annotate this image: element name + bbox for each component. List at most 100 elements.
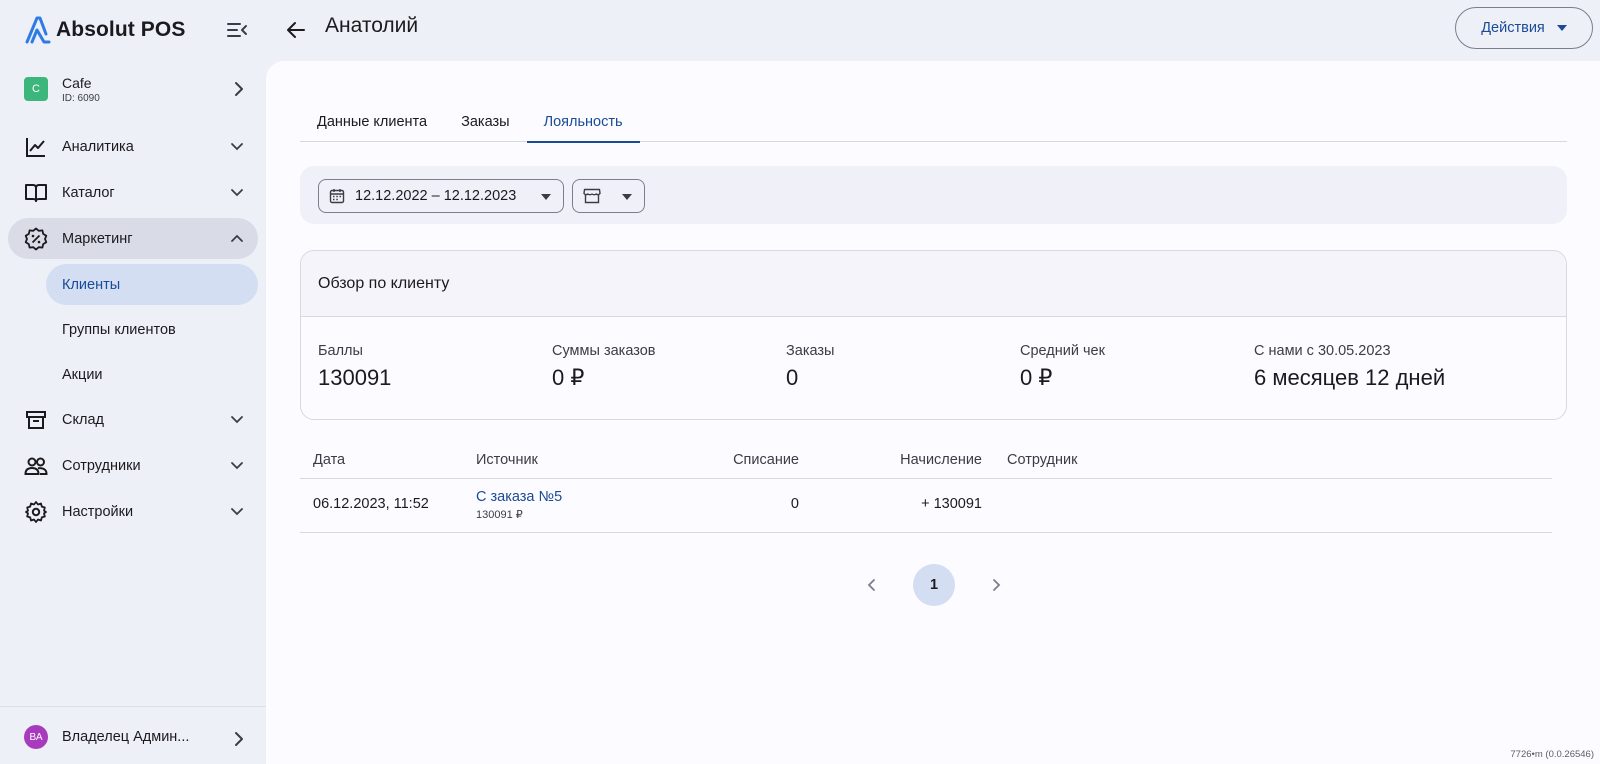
row-date: 06.12.2023, 11:52 <box>313 496 429 512</box>
column-header-employee: Сотрудник <box>1007 452 1078 468</box>
page-title: Анатолий <box>325 14 419 37</box>
stat-member-since: С нами с 30.05.2023 6 месяцев 12 дней <box>1254 343 1445 391</box>
date-range-value: 12.12.2022 – 12.12.2023 <box>355 188 517 204</box>
row-source: С заказа №5 130091 ₽ <box>476 489 562 521</box>
tabs: Данные клиента Заказы Лояльность <box>300 101 1567 143</box>
menu-collapse-icon <box>227 23 247 37</box>
nav-item-marketing[interactable]: Маркетинг <box>8 218 258 259</box>
source-amount: 130091 ₽ <box>476 509 523 521</box>
stat-value: 0 ₽ <box>552 365 585 390</box>
collapse-menu-button[interactable] <box>224 18 250 42</box>
caret-down-icon <box>622 194 632 200</box>
nav-label: Склад <box>62 411 104 428</box>
prev-page-button[interactable] <box>860 573 884 597</box>
chevron-down-icon <box>231 189 243 197</box>
sidebar: Absolut POS C Cafe ID: 6090 Аналитика Ка… <box>0 0 266 764</box>
column-header-date: Дата <box>313 452 346 468</box>
gear-icon <box>24 500 48 524</box>
nav-sub-item-promotions[interactable]: Акции <box>46 354 258 395</box>
tab-client-data[interactable]: Данные клиента <box>300 101 444 142</box>
nav-label: Маркетинг <box>62 230 133 247</box>
stat-value: 130091 <box>318 365 392 390</box>
nav-label: Каталог <box>62 184 115 201</box>
main-content: Данные клиента Заказы Лояльность 12.12.2… <box>266 61 1600 764</box>
column-header-source: Источник <box>476 452 538 468</box>
tab-loyalty[interactable]: Лояльность <box>526 101 640 143</box>
build-version: 7726•m (0.0.26546) <box>1510 749 1594 760</box>
filter-bar: 12.12.2022 – 12.12.2023 <box>300 166 1567 224</box>
store-selector[interactable]: C Cafe ID: 6090 <box>24 72 250 106</box>
chevron-left-icon <box>867 579 875 591</box>
chevron-down-icon <box>231 143 243 151</box>
stat-order-sums: Суммы заказов 0 ₽ <box>552 343 655 391</box>
source-order-link[interactable]: С заказа №5 <box>476 489 562 505</box>
loyalty-table: Дата Источник Списание Начисление Сотруд… <box>300 443 1552 533</box>
nav-item-analytics[interactable]: Аналитика <box>8 126 258 167</box>
store-info: Cafe ID: 6090 <box>62 75 100 104</box>
pagination: 1 <box>266 564 1600 606</box>
actions-label: Действия <box>1481 20 1545 36</box>
back-button[interactable] <box>282 16 310 44</box>
stat-value: 0 ₽ <box>1020 365 1053 390</box>
nav-sub-item-clients[interactable]: Клиенты <box>46 264 258 305</box>
avatar: ВА <box>24 725 48 749</box>
overview-title: Обзор по клиенту <box>301 251 1566 317</box>
date-range-picker[interactable]: 12.12.2022 – 12.12.2023 <box>318 179 564 213</box>
chevron-down-icon <box>231 416 243 424</box>
stat-value: 0 <box>786 365 799 390</box>
user-name: Владелец Админ... <box>62 729 190 745</box>
app-name: Absolut POS <box>56 18 186 41</box>
analytics-icon <box>24 135 48 159</box>
people-icon <box>24 454 48 478</box>
user-menu[interactable]: ВА Владелец Админ... <box>24 722 250 752</box>
column-header-accrual: Начисление <box>900 452 982 468</box>
stat-label: Баллы <box>318 343 363 359</box>
chevron-right-icon <box>235 82 243 96</box>
stat-label: Суммы заказов <box>552 343 656 359</box>
nav-item-warehouse[interactable]: Склад <box>8 399 258 440</box>
row-accrual: + 130091 <box>921 496 982 512</box>
store-badge: C <box>24 77 48 101</box>
logo-icon <box>25 16 51 44</box>
nav-sub-item-client-groups[interactable]: Группы клиентов <box>46 309 258 350</box>
nav-item-staff[interactable]: Сотрудники <box>8 445 258 486</box>
main-nav: Аналитика Каталог Маркетинг Клиенты Груп… <box>8 126 258 537</box>
stat-label: С нами с 30.05.2023 <box>1254 343 1391 359</box>
store-filter-select[interactable] <box>572 179 645 213</box>
nav-item-catalog[interactable]: Каталог <box>8 172 258 213</box>
next-page-button[interactable] <box>984 573 1008 597</box>
chevron-down-icon <box>231 462 243 470</box>
caret-down-icon <box>1556 25 1567 31</box>
page-button-current[interactable]: 1 <box>913 564 955 606</box>
chevron-right-icon <box>235 732 243 746</box>
nav-label: Настройки <box>62 503 134 520</box>
table-header: Дата Источник Списание Начисление Сотруд… <box>300 443 1552 479</box>
overview-stats: Баллы 130091 Суммы заказов 0 ₽ Заказы 0 … <box>301 317 1566 419</box>
archive-box-icon <box>24 408 48 432</box>
storefront-icon <box>583 188 601 204</box>
store-name: Cafe <box>62 74 92 91</box>
nav-label: Аналитика <box>62 138 134 155</box>
store-id: ID: 6090 <box>62 92 100 104</box>
book-icon <box>24 181 48 205</box>
stat-value: 6 месяцев 12 дней <box>1254 365 1446 390</box>
sidebar-divider <box>0 706 266 707</box>
stat-orders: Заказы 0 <box>786 343 834 391</box>
calendar-icon <box>329 189 345 204</box>
row-writeoff: 0 <box>790 496 799 512</box>
stat-label: Заказы <box>786 343 835 359</box>
actions-button[interactable]: Действия <box>1455 7 1593 49</box>
nav-item-settings[interactable]: Настройки <box>8 491 258 532</box>
chevron-up-icon <box>231 234 243 242</box>
logo: Absolut POS <box>24 12 250 48</box>
chevron-right-icon <box>993 579 1001 591</box>
tab-orders[interactable]: Заказы <box>444 101 526 142</box>
table-row: 06.12.2023, 11:52 С заказа №5 130091 ₽ 0… <box>300 479 1552 533</box>
nav-label: Сотрудники <box>62 457 141 474</box>
chevron-down-icon <box>231 508 243 516</box>
caret-down-icon <box>541 194 551 200</box>
arrow-left-icon <box>287 22 305 38</box>
stat-label: Средний чек <box>1020 343 1105 359</box>
client-overview-card: Обзор по клиенту Баллы 130091 Суммы зака… <box>300 250 1567 420</box>
discount-badge-icon <box>24 227 48 251</box>
